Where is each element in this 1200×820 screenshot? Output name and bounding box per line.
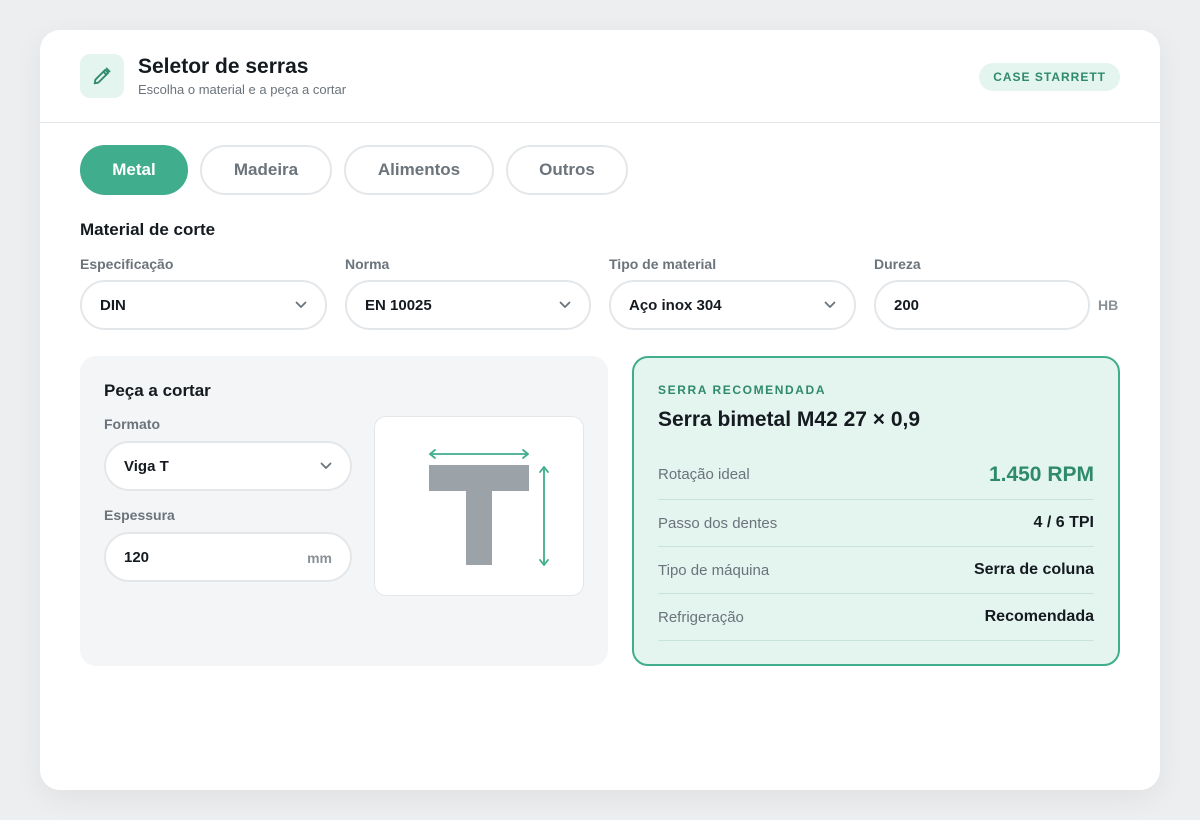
- formato-select[interactable]: Viga T: [104, 441, 352, 491]
- formato-value: Viga T: [124, 457, 169, 475]
- brand-badge: CASE STARRETT: [979, 63, 1120, 91]
- detail-row-maquina: Tipo de máquina Serra de coluna: [658, 547, 1094, 594]
- tipo-material-label: Tipo de material: [609, 256, 717, 272]
- detail-row-passo: Passo dos dentes 4 / 6 TPI: [658, 500, 1094, 547]
- detail-value: Recomendada: [984, 608, 1094, 625]
- chevron-down-icon: [559, 301, 571, 309]
- dureza-input[interactable]: 200: [874, 280, 1090, 330]
- detail-label: Refrigeração: [658, 608, 744, 626]
- dureza-label: Dureza: [874, 256, 921, 272]
- tab-metal[interactable]: Metal: [80, 145, 188, 195]
- detail-value: 1.450 RPM: [988, 462, 1094, 486]
- tab-madeira[interactable]: Madeira: [200, 145, 332, 195]
- detail-row-refrigeracao: Refrigeração Recomendada: [658, 594, 1094, 641]
- page-title: Seletor de serras: [138, 55, 309, 78]
- chevron-down-icon: [295, 301, 307, 309]
- tipo-material-select[interactable]: Aço inox 304: [609, 280, 856, 330]
- tab-outros[interactable]: Outros: [506, 145, 628, 195]
- chevron-down-icon: [824, 301, 836, 309]
- material-section-title: Material de corte: [80, 220, 216, 239]
- header: Seletor de serras Escolha o material e a…: [40, 30, 1160, 123]
- norma-value: EN 10025: [365, 296, 432, 314]
- norma-label: Norma: [345, 256, 390, 272]
- shape-preview: [374, 416, 584, 596]
- espessura-unit: mm: [307, 550, 332, 566]
- dureza-unit: HB: [1098, 297, 1119, 313]
- espessura-input[interactable]: 120 mm: [104, 532, 352, 582]
- piece-panel: Peça a cortar Formato Viga T Espessura 1…: [80, 356, 608, 666]
- espessura-label: Espessura: [104, 507, 175, 523]
- recommendation-details: Rotação ideal 1.450 RPM Passo dos dentes…: [658, 450, 1094, 641]
- recommendation-eyebrow: SERRA RECOMENDADA: [658, 383, 827, 397]
- espessura-value: 120: [124, 548, 150, 566]
- pencil-icon: [80, 54, 124, 98]
- detail-label: Passo dos dentes: [658, 514, 778, 532]
- especificacao-select[interactable]: DIN: [80, 280, 327, 330]
- chevron-down-icon: [320, 462, 332, 470]
- saw-selector-card: Seletor de serras Escolha o material e a…: [40, 30, 1160, 790]
- detail-row-rotacao: Rotação ideal 1.450 RPM: [658, 450, 1094, 500]
- piece-panel-title: Peça a cortar: [104, 381, 211, 400]
- recommendation-panel: SERRA RECOMENDADA Serra bimetal M42 27 ×…: [632, 356, 1120, 666]
- detail-label: Rotação ideal: [658, 466, 750, 483]
- t-beam-icon: [429, 449, 549, 566]
- especificacao-value: DIN: [100, 296, 126, 314]
- especificacao-label: Especificação: [80, 256, 174, 272]
- detail-label: Tipo de máquina: [658, 561, 770, 579]
- norma-select[interactable]: EN 10025: [345, 280, 591, 330]
- dureza-value: 200: [894, 296, 920, 314]
- tab-alimentos[interactable]: Alimentos: [344, 145, 494, 195]
- detail-value: 4 / 6 TPI: [1033, 514, 1094, 531]
- detail-value: Serra de coluna: [973, 561, 1094, 578]
- formato-label: Formato: [104, 416, 160, 432]
- page-subtitle: Escolha o material e a peça a cortar: [138, 82, 347, 97]
- category-tabs: Metal Madeira Alimentos Outros: [80, 145, 628, 195]
- tipo-material-value: Aço inox 304: [629, 296, 722, 314]
- recommendation-title: Serra bimetal M42 27 × 0,9: [658, 408, 921, 431]
